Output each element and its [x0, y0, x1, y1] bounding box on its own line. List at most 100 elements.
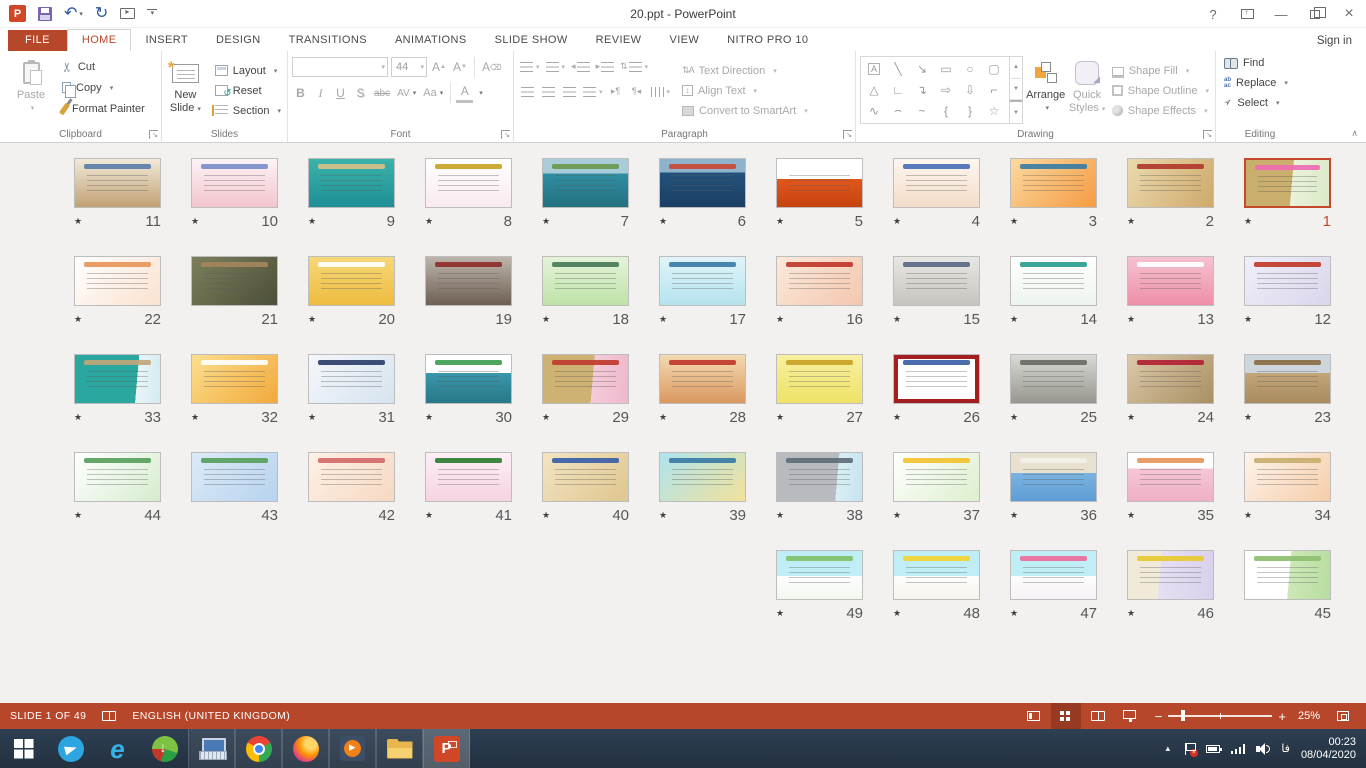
zoom-out-button[interactable]: −: [1155, 710, 1163, 723]
network-signal-icon[interactable]: [1231, 743, 1246, 754]
slide-thumbnail-9[interactable]: [308, 158, 395, 208]
shape-icon-17[interactable]: ☆: [982, 100, 1006, 121]
slide-cell-26[interactable]: ★26: [893, 354, 980, 432]
slide-cell-49[interactable]: ★49: [776, 550, 863, 628]
shape-icon-15[interactable]: {: [934, 100, 958, 121]
slide-cell-25[interactable]: ★25: [1010, 354, 1097, 432]
slide-thumbnail-18[interactable]: [542, 256, 629, 306]
hidden-icons-arrow-icon[interactable]: ▲: [1164, 744, 1172, 753]
slide-thumbnail-32[interactable]: [191, 354, 278, 404]
find-button[interactable]: Find: [1220, 54, 1302, 71]
slide-cell-28[interactable]: ★28: [659, 354, 746, 432]
font-size-combo[interactable]: 44▾: [391, 57, 427, 77]
slide-thumbnail-42[interactable]: [308, 452, 395, 502]
slide-thumbnail-28[interactable]: [659, 354, 746, 404]
minimize-icon[interactable]: —: [1264, 0, 1298, 28]
slide-cell-13[interactable]: ★13: [1127, 256, 1214, 334]
slide-thumbnail-45[interactable]: [1244, 550, 1331, 600]
align-left-button[interactable]: [518, 82, 537, 102]
slide-cell-19[interactable]: 19: [425, 256, 512, 334]
ie-taskbar-button[interactable]: e: [94, 729, 141, 768]
shape-icon-12[interactable]: ∿: [862, 100, 886, 121]
increase-indent-button[interactable]: ▸: [594, 57, 617, 77]
slide-thumbnail-26[interactable]: [893, 354, 980, 404]
spell-check-icon[interactable]: [102, 711, 116, 721]
slide-cell-21[interactable]: 21: [191, 256, 278, 334]
slide-thumbnail-33[interactable]: [74, 354, 161, 404]
slide-cell-16[interactable]: ★16: [776, 256, 863, 334]
tab-slide-show[interactable]: SLIDE SHOW: [481, 30, 582, 51]
slide-cell-30[interactable]: ★30: [425, 354, 512, 432]
slide-cell-7[interactable]: ★7: [542, 158, 629, 236]
shape-icon-14[interactable]: ~: [910, 100, 934, 121]
chrome-taskbar-button[interactable]: [235, 729, 282, 768]
bold-button[interactable]: B: [292, 83, 309, 103]
text-shadow-button[interactable]: S: [352, 83, 369, 103]
select-button[interactable]: ➢Select▾: [1220, 94, 1302, 111]
slide-thumbnail-11[interactable]: [74, 158, 161, 208]
slide-cell-23[interactable]: ★23: [1244, 354, 1331, 432]
slide-sorter-view-button[interactable]: [1051, 703, 1081, 729]
slide-cell-37[interactable]: ★37: [893, 452, 980, 530]
start-taskbar-button[interactable]: [0, 729, 47, 768]
shape-outline-button[interactable]: Shape Outline▾: [1108, 82, 1213, 99]
customize-qat-icon[interactable]: ▾: [147, 5, 157, 23]
shape-icon-6[interactable]: △: [862, 79, 886, 100]
slide-thumbnail-46[interactable]: [1127, 550, 1214, 600]
slide-cell-15[interactable]: ★15: [893, 256, 980, 334]
convert-to-smartart-button[interactable]: Convert to SmartArt▾: [678, 102, 812, 119]
slide-cell-2[interactable]: ★2: [1127, 158, 1214, 236]
arrange-button[interactable]: Arrange▾: [1023, 54, 1068, 127]
shape-icon-11[interactable]: ⌐: [982, 79, 1006, 100]
slide-thumbnail-37[interactable]: [893, 452, 980, 502]
firefox-taskbar-button[interactable]: [282, 729, 329, 768]
keyboard-taskbar-button[interactable]: [188, 729, 235, 768]
slide-cell-36[interactable]: ★36: [1010, 452, 1097, 530]
clear-formatting-button[interactable]: A⌫: [480, 57, 503, 77]
font-name-combo[interactable]: ▾: [292, 57, 388, 77]
copy-button[interactable]: Copy▾: [58, 77, 149, 98]
tab-transitions[interactable]: TRANSITIONS: [275, 30, 381, 51]
slide-cell-31[interactable]: ★31: [308, 354, 395, 432]
new-slide-button[interactable]: New Slide▾: [166, 54, 205, 127]
font-dialog-launcher[interactable]: ↘: [501, 130, 510, 139]
shapes-more-icon[interactable]: ▼: [1010, 100, 1022, 123]
slide-thumbnail-44[interactable]: [74, 452, 161, 502]
clock[interactable]: 00:23 08/04/2020: [1301, 736, 1356, 762]
slide-thumbnail-20[interactable]: [308, 256, 395, 306]
slide-cell-4[interactable]: ★4: [893, 158, 980, 236]
tab-animations[interactable]: ANIMATIONS: [381, 30, 481, 51]
text-direction-button[interactable]: ⇅AText Direction▾: [678, 62, 812, 79]
section-button[interactable]: Section▾: [211, 102, 285, 119]
slide-cell-24[interactable]: ★24: [1127, 354, 1214, 432]
increase-font-size-button[interactable]: A▲: [430, 57, 448, 77]
slide-thumbnail-49[interactable]: [776, 550, 863, 600]
help-icon[interactable]: ?: [1196, 0, 1230, 28]
slide-thumbnail-13[interactable]: [1127, 256, 1214, 306]
slide-thumbnail-19[interactable]: [425, 256, 512, 306]
slide-cell-10[interactable]: ★10: [191, 158, 278, 236]
slide-thumbnail-15[interactable]: [893, 256, 980, 306]
paste-button[interactable]: Paste▾: [4, 54, 58, 127]
media-taskbar-button[interactable]: [329, 729, 376, 768]
shape-icon-9[interactable]: ⇨: [934, 79, 958, 100]
zoom-slider[interactable]: [1168, 715, 1272, 717]
zoom-slider-handle[interactable]: [1181, 710, 1185, 721]
strikethrough-button[interactable]: abc: [372, 83, 392, 103]
slide-cell-43[interactable]: 43: [191, 452, 278, 530]
zoom-in-button[interactable]: +: [1278, 710, 1286, 723]
tab-view[interactable]: VIEW: [655, 30, 713, 51]
slide-cell-35[interactable]: ★35: [1127, 452, 1214, 530]
shape-icon-0[interactable]: A: [862, 58, 886, 79]
slide-thumbnail-25[interactable]: [1010, 354, 1097, 404]
decrease-font-size-button[interactable]: A▼: [451, 57, 469, 77]
align-text-button[interactable]: ↕Align Text▾: [678, 82, 812, 99]
slide-thumbnail-35[interactable]: [1127, 452, 1214, 502]
ltr-direction-button[interactable]: ▸¶: [607, 82, 626, 102]
slide-cell-27[interactable]: ★27: [776, 354, 863, 432]
slide-cell-11[interactable]: ★11: [74, 158, 161, 236]
collapse-ribbon-icon[interactable]: ∧: [1351, 128, 1358, 139]
slide-cell-42[interactable]: 42: [308, 452, 395, 530]
tab-home[interactable]: HOME: [67, 29, 132, 51]
align-center-button[interactable]: [539, 82, 558, 102]
